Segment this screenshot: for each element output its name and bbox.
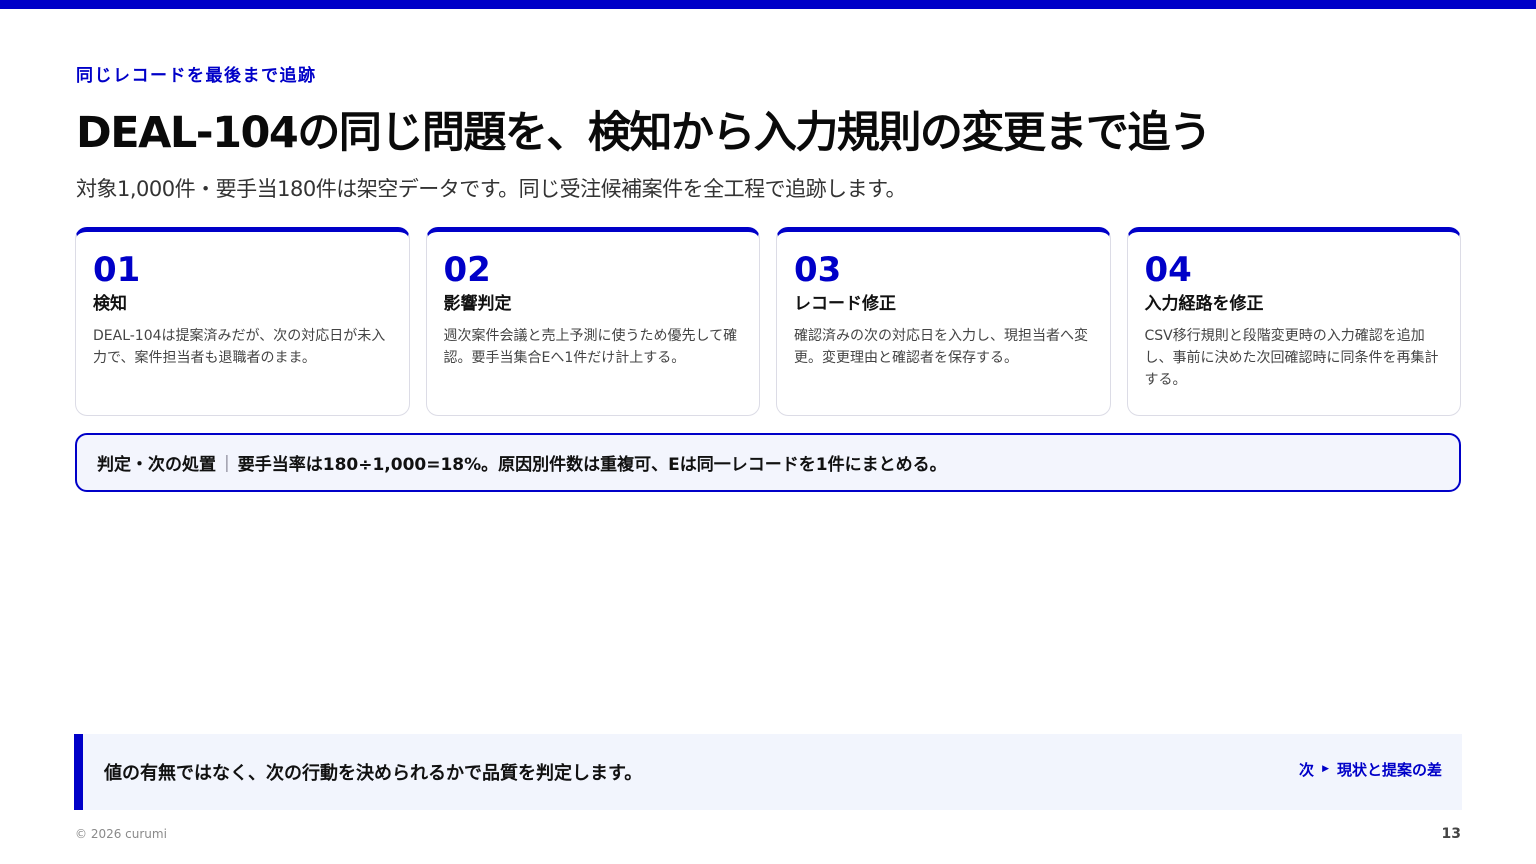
step-description: CSV移行規則と段階変更時の入力確認を追加し、事前に決めた次回確認時に同条件を再… bbox=[1144, 328, 1439, 388]
page-subtitle: 対象1,000件・要手当180件は架空データです。同じ受注候補案件を全工程で追跡… bbox=[76, 177, 907, 201]
callout-separator: | bbox=[224, 452, 230, 473]
step-card-impact: 02 影響判定 週次案件会議と売上予測に使うため優先して確認。要手当集合Eへ1件… bbox=[425, 227, 760, 416]
section-eyebrow: 同じレコードを最後まで追跡 bbox=[76, 66, 317, 86]
next-label: 現状と提案の差 bbox=[1336, 760, 1442, 779]
step-title: 検知 bbox=[93, 294, 127, 314]
step-description: 確認済みの次の対応日を入力し、現担当者へ変更。変更理由と確認者を保存する。 bbox=[794, 328, 1088, 366]
step-number: 03 bbox=[794, 250, 842, 290]
footer-banner: 値の有無ではなく、次の行動を決められるかで品質を判定します。 次 ▶ 現状と提案… bbox=[74, 734, 1462, 810]
step-number: 04 bbox=[1144, 250, 1192, 290]
page-number: 13 bbox=[1441, 826, 1461, 842]
callout-label: 判定・次の処置 bbox=[97, 455, 216, 475]
step-title: 影響判定 bbox=[443, 294, 512, 314]
step-card-record-fix: 03 レコード修正 確認済みの次の対応日を入力し、現担当者へ変更。変更理由と確認… bbox=[776, 227, 1111, 416]
step-title: レコード修正 bbox=[794, 294, 896, 314]
step-title: 入力経路を修正 bbox=[1144, 294, 1264, 314]
copyright: © 2026 curumi bbox=[75, 827, 167, 841]
step-number: 02 bbox=[443, 250, 491, 290]
next-prefix: 次 bbox=[1299, 760, 1315, 779]
page-title: DEAL-104の同じ問題を、検知から入力規則の変更まで追う bbox=[76, 108, 1212, 158]
step-description: 週次案件会議と売上予測に使うため優先して確認。要手当集合Eへ1件だけ計上する。 bbox=[443, 328, 738, 366]
play-arrow-icon: ▶ bbox=[1322, 764, 1329, 774]
step-card-input-route: 04 入力経路を修正 CSV移行規則と段階変更時の入力確認を追加し、事前に決めた… bbox=[1126, 227, 1461, 416]
judgement-callout: 判定・次の処置 | 要手当率は180÷1,000=18%。原因別件数は重複可、E… bbox=[75, 433, 1461, 492]
step-description: DEAL-104は提案済みだが、次の対応日が未入力で、案件担当者も退職者のまま。 bbox=[93, 328, 386, 366]
callout-text: 要手当率は180÷1,000=18%。原因別件数は重複可、Eは同一レコードを1件… bbox=[237, 455, 947, 475]
step-number: 01 bbox=[93, 250, 141, 290]
top-accent-bar bbox=[0, 0, 1536, 9]
step-card-detect: 01 検知 DEAL-104は提案済みだが、次の対応日が未入力で、案件担当者も退… bbox=[75, 227, 410, 416]
next-section-link[interactable]: 次 ▶ 現状と提案の差 bbox=[1299, 759, 1442, 780]
step-cards: 01 検知 DEAL-104は提案済みだが、次の対応日が未入力で、案件担当者も退… bbox=[75, 227, 1461, 416]
footer-message: 値の有無ではなく、次の行動を決められるかで品質を判定します。 bbox=[104, 763, 643, 784]
